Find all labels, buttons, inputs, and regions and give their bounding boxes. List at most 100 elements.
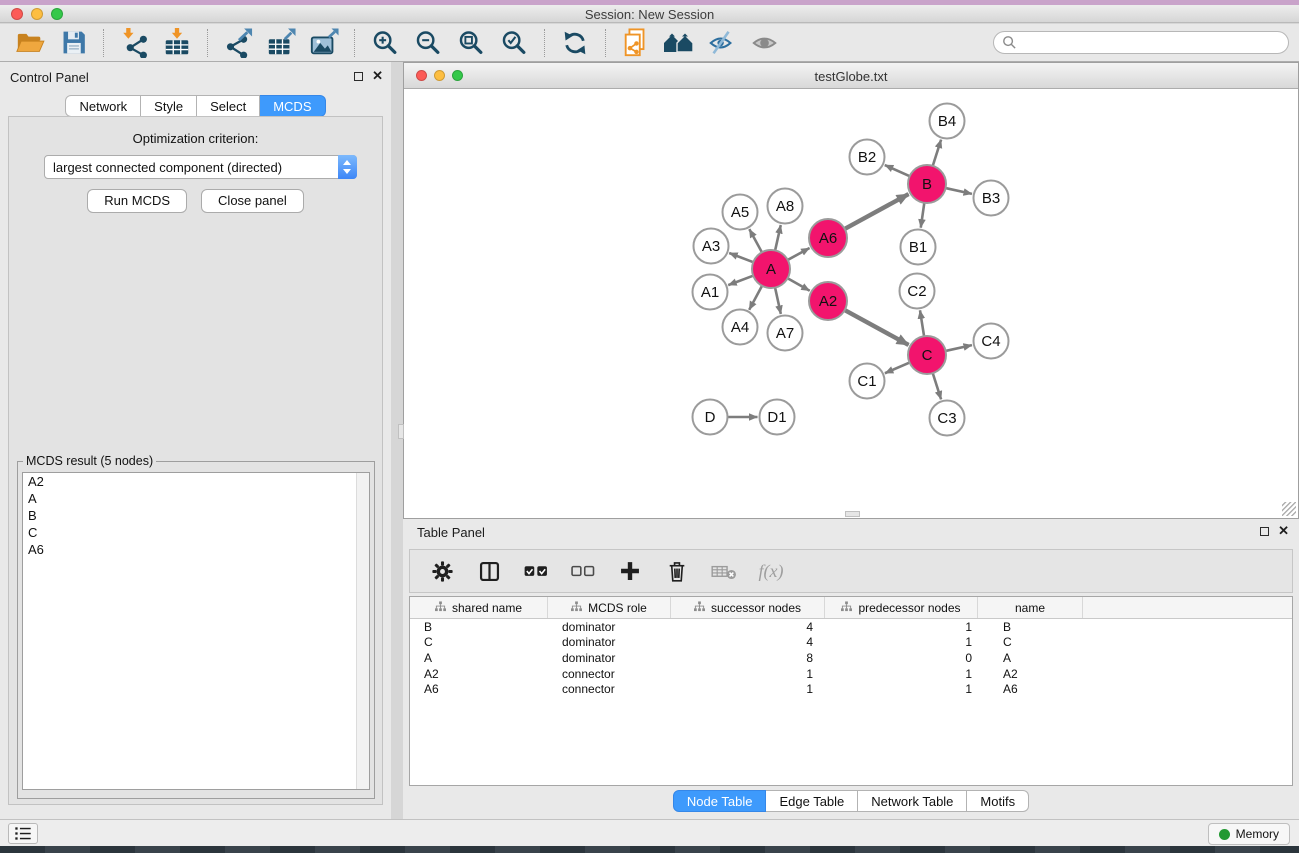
- graph-node-B2[interactable]: B2: [850, 140, 885, 175]
- edge-C-C1[interactable]: [885, 363, 910, 374]
- tab-motifs[interactable]: Motifs: [967, 790, 1029, 812]
- zoom-in-icon[interactable]: [367, 27, 403, 59]
- close-panel-icon[interactable]: ✕: [1278, 526, 1289, 536]
- edge-A-A8[interactable]: [775, 225, 781, 250]
- show-all-eye-icon[interactable]: [747, 27, 783, 59]
- mcds-result-item[interactable]: A6: [23, 541, 369, 558]
- edge-A-A7[interactable]: [775, 288, 781, 314]
- run-mcds-button[interactable]: Run MCDS: [87, 189, 187, 213]
- graph-node-B[interactable]: B: [908, 165, 946, 203]
- tab-select[interactable]: Select: [197, 95, 260, 117]
- column-header-successor-nodes[interactable]: successor nodes: [671, 597, 825, 618]
- column-header-name[interactable]: name: [978, 597, 1083, 618]
- table-row[interactable]: Adominator80A: [410, 650, 1292, 666]
- zoom-out-icon[interactable]: [410, 27, 446, 59]
- export-network-icon[interactable]: [220, 27, 256, 59]
- graph-node-C3[interactable]: C3: [930, 401, 965, 436]
- edge-B-B4[interactable]: [933, 140, 941, 166]
- table-row[interactable]: A2connector11A2: [410, 666, 1292, 682]
- table-row[interactable]: Cdominator41C: [410, 635, 1292, 651]
- export-image-icon[interactable]: [306, 27, 342, 59]
- deselect-all-icon[interactable]: [567, 555, 599, 587]
- graph-node-B3[interactable]: B3: [974, 181, 1009, 216]
- column-header-shared-name[interactable]: shared name: [410, 597, 548, 618]
- graph-node-A7[interactable]: A7: [768, 316, 803, 351]
- column-header-predecessor-nodes[interactable]: predecessor nodes: [825, 597, 978, 618]
- network-from-file-icon[interactable]: [618, 27, 654, 59]
- import-table-icon[interactable]: [159, 27, 195, 59]
- network-window-titlebar[interactable]: testGlobe.txt: [404, 63, 1298, 89]
- select-all-icon[interactable]: [520, 555, 552, 587]
- graph-node-A8[interactable]: A8: [768, 189, 803, 224]
- graph-node-C2[interactable]: C2: [900, 274, 935, 309]
- edge-C-C2[interactable]: [920, 310, 924, 336]
- graph-node-A2[interactable]: A2: [809, 282, 847, 320]
- graph-node-D[interactable]: D: [693, 400, 728, 435]
- table-row[interactable]: Bdominator41B: [410, 619, 1292, 635]
- graph-node-A6[interactable]: A6: [809, 219, 847, 257]
- delete-table-icon[interactable]: [708, 555, 740, 587]
- splitter-handle[interactable]: [398, 424, 404, 439]
- tab-edge-table[interactable]: Edge Table: [766, 790, 858, 812]
- home-icon[interactable]: [661, 27, 697, 59]
- resize-grip-icon[interactable]: [1282, 502, 1296, 516]
- edge-B-B2[interactable]: [885, 165, 910, 176]
- search-input[interactable]: [993, 31, 1289, 54]
- task-history-list-icon[interactable]: [8, 823, 38, 844]
- mcds-result-item[interactable]: B: [23, 507, 369, 524]
- edge-A-A1[interactable]: [728, 276, 753, 285]
- edge-B-B3[interactable]: [946, 188, 972, 194]
- table-row[interactable]: A6connector11A6: [410, 681, 1292, 697]
- graph-node-A5[interactable]: A5: [723, 195, 758, 230]
- tab-mcds[interactable]: MCDS: [260, 95, 325, 117]
- graph-node-A3[interactable]: A3: [694, 229, 729, 264]
- network-canvas[interactable]: B4B2BB3A5A8A6A3B1AA1C2A2A4A7C4CC1C3DD1: [404, 89, 1298, 518]
- memory-button[interactable]: Memory: [1208, 823, 1290, 845]
- graph-node-A4[interactable]: A4: [723, 310, 758, 345]
- function-builder-icon[interactable]: f(x): [755, 555, 787, 587]
- edge-A2-C[interactable]: [845, 310, 909, 345]
- hide-selected-eye-icon[interactable]: [704, 27, 740, 59]
- close-panel-icon[interactable]: ✕: [372, 71, 383, 81]
- edge-A-A4[interactable]: [749, 286, 762, 310]
- graph-node-A1[interactable]: A1: [693, 275, 728, 310]
- float-panel-icon[interactable]: [1260, 527, 1269, 536]
- scrollbar-track[interactable]: [356, 473, 369, 789]
- graph-node-C4[interactable]: C4: [974, 324, 1009, 359]
- export-table-icon[interactable]: [263, 27, 299, 59]
- edge-A-A3[interactable]: [729, 253, 753, 262]
- refresh-icon[interactable]: [557, 27, 593, 59]
- save-session-icon[interactable]: [55, 27, 91, 59]
- edge-C-C4[interactable]: [946, 345, 972, 351]
- zoom-fit-icon[interactable]: [453, 27, 489, 59]
- add-column-icon[interactable]: [614, 555, 646, 587]
- mcds-result-list[interactable]: A2ABCA6: [22, 472, 370, 790]
- tab-network[interactable]: Network: [65, 95, 141, 117]
- mcds-result-item[interactable]: A: [23, 490, 369, 507]
- edge-C-C3[interactable]: [933, 373, 941, 399]
- column-header-MCDS-role[interactable]: MCDS role: [548, 597, 671, 618]
- float-panel-icon[interactable]: [354, 72, 363, 81]
- app-titlebar[interactable]: Session: New Session: [0, 5, 1299, 23]
- close-panel-button[interactable]: Close panel: [201, 189, 304, 213]
- delete-column-trash-icon[interactable]: [661, 555, 693, 587]
- tab-style[interactable]: Style: [141, 95, 197, 117]
- graph-node-D1[interactable]: D1: [760, 400, 795, 435]
- tab-node-table[interactable]: Node Table: [673, 790, 767, 812]
- graph-node-B1[interactable]: B1: [901, 230, 936, 265]
- tab-network-table[interactable]: Network Table: [858, 790, 967, 812]
- edge-A-A2[interactable]: [788, 278, 810, 290]
- graph-node-A[interactable]: A: [752, 250, 790, 288]
- splitter-handle[interactable]: [845, 511, 860, 517]
- import-network-icon[interactable]: [116, 27, 152, 59]
- mcds-result-item[interactable]: A2: [23, 473, 369, 490]
- edge-A-A5[interactable]: [749, 229, 762, 252]
- mcds-result-item[interactable]: C: [23, 524, 369, 541]
- criterion-select[interactable]: largest connected component (directed): [44, 155, 357, 179]
- column-visibility-icon[interactable]: [473, 555, 505, 587]
- edge-A6-B[interactable]: [845, 194, 909, 229]
- edge-A-A6[interactable]: [788, 248, 810, 260]
- zoom-selected-icon[interactable]: [496, 27, 532, 59]
- graph-node-B4[interactable]: B4: [930, 104, 965, 139]
- open-file-icon[interactable]: [12, 27, 48, 59]
